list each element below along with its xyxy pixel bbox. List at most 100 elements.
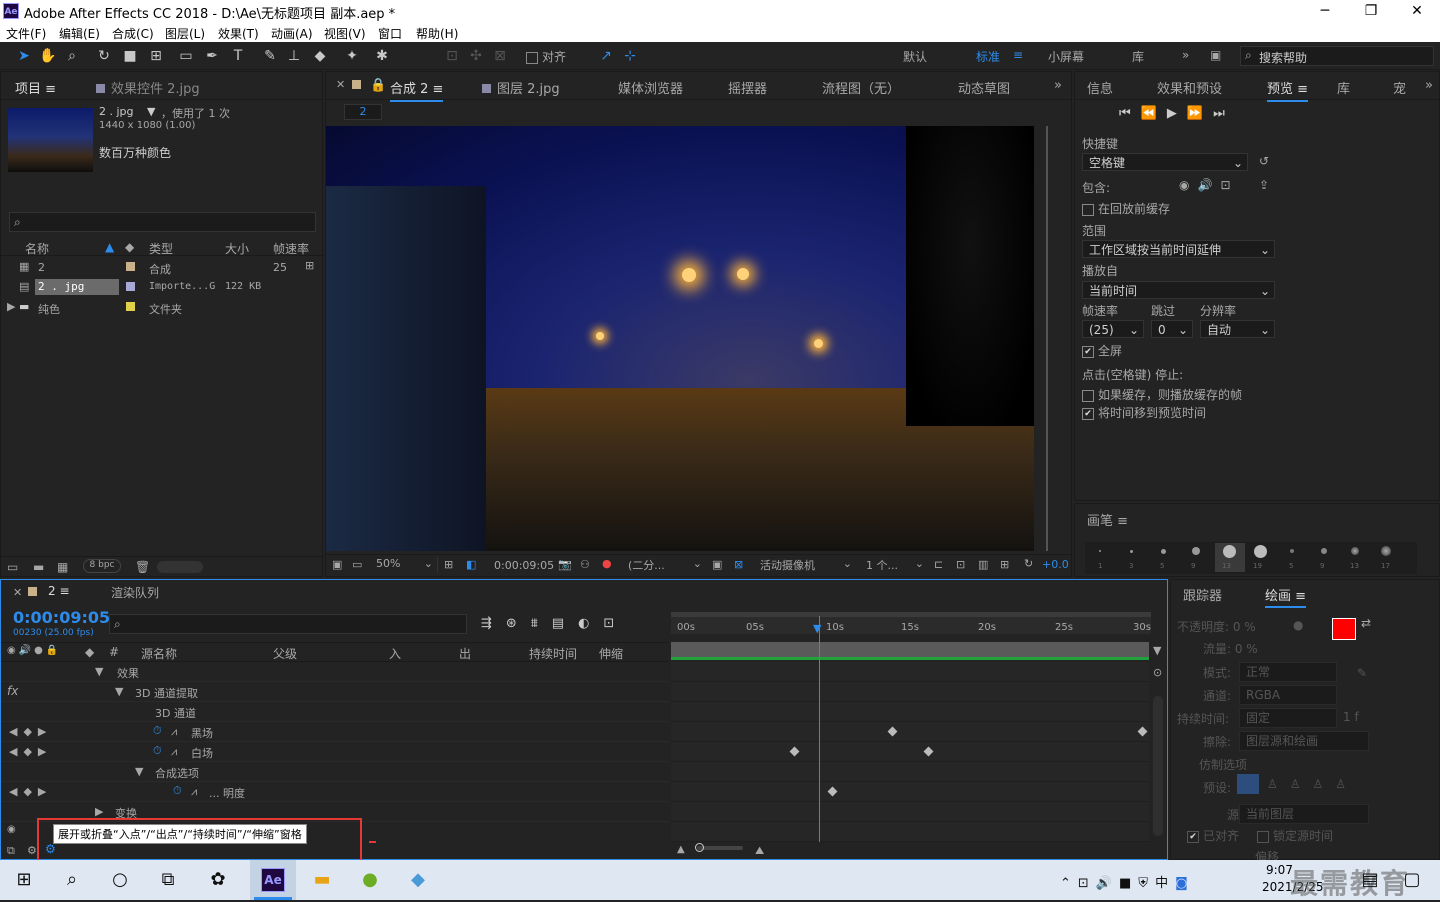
snap-options-icon[interactable]: ⊹ <box>620 46 640 66</box>
security-icon[interactable]: ⛨ <box>1138 876 1155 891</box>
tab-tracker[interactable]: 跟踪器 <box>1183 585 1222 604</box>
monitor-icon[interactable]: ▭ <box>352 558 362 571</box>
browser-icon[interactable]: ● <box>356 866 384 894</box>
always-preview-icon[interactable]: ▣ <box>332 558 342 571</box>
playhead-icon[interactable]: ▼ <box>813 622 821 635</box>
timeline-vscrollbar[interactable] <box>1153 696 1163 836</box>
menu-file[interactable]: 文件(F) <box>6 25 46 42</box>
network-icon[interactable]: ⊡ <box>1078 876 1096 891</box>
brush-tip[interactable] <box>1321 548 1327 554</box>
layer-duration-bar[interactable] <box>671 642 1149 660</box>
comp-marker-bin-icon[interactable]: ▼ <box>1153 644 1161 657</box>
brush-tip[interactable] <box>1381 546 1391 556</box>
in-out-pane-toggle-icon[interactable]: ⚙ <box>45 842 56 856</box>
camera-select[interactable]: 活动摄像机 ⌄ <box>756 557 856 573</box>
clone-preset-selected[interactable] <box>1237 774 1259 794</box>
menu-edit[interactable]: 编辑(E) <box>59 25 100 42</box>
shortcut-select[interactable]: 空格键 ⌄ <box>1082 153 1248 171</box>
ime-indicator[interactable]: 中 <box>1155 876 1175 891</box>
clone-presets[interactable]: ♙♙♙♙ <box>1267 777 1358 791</box>
fan-app-icon[interactable]: ✿ <box>204 866 232 894</box>
item-dropdown-icon[interactable]: ▼ <box>147 105 155 118</box>
bpc-button[interactable]: 8 bpc <box>83 559 121 573</box>
keyframe-nav[interactable]: ◀◆▶ <box>9 725 52 738</box>
text-tool-icon[interactable]: T <box>228 46 248 66</box>
fullscreen-checkbox[interactable]: ✔ 全屏 <box>1082 342 1122 359</box>
color-channels-icon[interactable]: ● <box>602 557 612 570</box>
start-icon[interactable]: ⊞ <box>10 866 38 894</box>
zoom-slider-handle[interactable] <box>695 843 704 852</box>
expand-arrow-icon[interactable]: ▶ <box>7 300 15 313</box>
camera-tool-icon[interactable]: ■ <box>120 46 140 66</box>
comp-button-icon[interactable]: ⊙ <box>1153 666 1162 679</box>
tab-comp-2[interactable]: 2 ≡ <box>48 584 70 598</box>
notes-icon[interactable]: ▤ <box>1356 866 1384 894</box>
hand-tool-icon[interactable]: ✋ <box>38 46 58 66</box>
sort-up-icon[interactable]: ▲ <box>105 240 114 254</box>
tab-effect-controls[interactable]: 效果控件 2.jpg <box>96 78 200 97</box>
tab-media-browser[interactable]: 媒体浏览器 <box>618 78 683 97</box>
aligned-checkbox[interactable]: ✔ 已对齐 <box>1187 827 1239 844</box>
eye-icon[interactable]: ◉ <box>7 824 16 835</box>
rectangle-tool-icon[interactable]: ▭ <box>176 46 196 66</box>
snapshot-camera-icon[interactable]: 📷 <box>558 558 572 571</box>
world-axis-icon[interactable]: ✣ <box>466 46 486 66</box>
col-out[interactable]: 出 <box>459 645 471 662</box>
tab-motion-sketch[interactable]: 动态草图 <box>958 78 1010 97</box>
fps-select[interactable]: (25) ⌄ <box>1082 320 1144 338</box>
erase-select[interactable]: 图层源和绘画 <box>1239 731 1369 751</box>
col-stretch[interactable]: 伸缩 <box>599 645 623 662</box>
close-button[interactable]: ✕ <box>1394 0 1440 22</box>
lock-time-checkbox[interactable]: 锁定源时间 <box>1257 827 1333 844</box>
graph-icon[interactable]: ⩘ <box>171 725 177 739</box>
layer-row[interactable]: ◀◆▶ ⏱ ⩘... 明度 <box>1 782 669 802</box>
graph-icon[interactable]: ⩘ <box>191 785 197 799</box>
help-search[interactable]: ⌕ 搜索帮助 <box>1240 46 1434 66</box>
clock-time[interactable]: 9:07 <box>1266 863 1293 877</box>
duration-unit[interactable]: 1 f <box>1343 710 1359 724</box>
av-switches-icon[interactable]: ◉🔊●🔒 <box>7 645 61 656</box>
quality-select[interactable]: (二分... ⌄ <box>624 557 706 573</box>
zoom-tool-icon[interactable]: ⌕ <box>62 46 82 66</box>
time-ruler[interactable]: 00s 05s 10s 15s 20s 25s 30s <box>671 612 1151 634</box>
duration-select[interactable]: 固定 <box>1239 708 1337 728</box>
video-eye-icon[interactable]: ◉ <box>1179 178 1197 192</box>
viewer-timecode[interactable]: 0:00:09:05 <box>494 559 554 572</box>
flowchart-icon[interactable]: ⊞ <box>305 259 314 272</box>
close-tab-icon[interactable]: ✕ <box>13 586 22 599</box>
zoom-slider[interactable] <box>695 843 743 852</box>
new-composition-icon[interactable]: ▦ <box>57 560 68 574</box>
tab-paint[interactable]: 绘画 ≡ <box>1265 585 1307 608</box>
overlay-icon[interactable]: ⊡ <box>1220 178 1238 192</box>
keyframe-nav[interactable]: ◀◆▶ <box>9 745 52 758</box>
nvidia-icon[interactable]: ■ <box>1119 876 1138 891</box>
first-frame-icon[interactable]: ⏮ <box>1119 106 1141 121</box>
label-icon[interactable]: ◆ <box>125 240 134 254</box>
col-duration[interactable]: 持续时间 <box>529 645 577 662</box>
eraser-tool-icon[interactable]: ◆ <box>310 46 330 66</box>
transfer-controls-icon[interactable]: ⚙ <box>27 844 37 857</box>
tab-brushes[interactable]: 画笔 ≡ <box>1087 510 1128 529</box>
task-view-icon[interactable]: ⧉ <box>154 866 182 894</box>
menu-animation[interactable]: 动画(A) <box>271 25 313 42</box>
graph-icon[interactable]: ⩘ <box>171 745 177 759</box>
tab-library[interactable]: 库 <box>1337 78 1350 97</box>
tab-effects-presets[interactable]: 效果和预设 <box>1157 78 1222 97</box>
reset-icon[interactable]: ↺ <box>1259 154 1269 168</box>
prev-frame-icon[interactable]: ⏪ <box>1141 106 1167 121</box>
workspace-small-screen[interactable]: 小屏幕 <box>1048 48 1084 65</box>
swap-colors-icon[interactable]: ⇄ <box>1361 616 1371 630</box>
tab-composition-2[interactable]: 合成 2 ≡ <box>390 78 444 102</box>
app-icon[interactable]: ◆ <box>404 866 432 894</box>
flowchart-icon[interactable]: ⊞ <box>1000 558 1009 571</box>
brush-tip[interactable] <box>1351 547 1359 555</box>
col-size[interactable]: 大小 <box>225 240 249 257</box>
file-explorer-icon[interactable]: ▬ <box>308 866 336 894</box>
comp-breadcrumb[interactable]: 2 <box>344 104 382 120</box>
brush-tool-icon[interactable]: ✎ <box>260 46 280 66</box>
views-select[interactable]: 1 个... ⌄ <box>862 557 928 573</box>
cortana-icon[interactable]: ○ <box>106 866 134 894</box>
play-icon[interactable]: ▶ <box>1167 106 1187 121</box>
tab-extra[interactable]: 宠 <box>1393 78 1406 97</box>
brush-tip[interactable] <box>1099 550 1101 552</box>
